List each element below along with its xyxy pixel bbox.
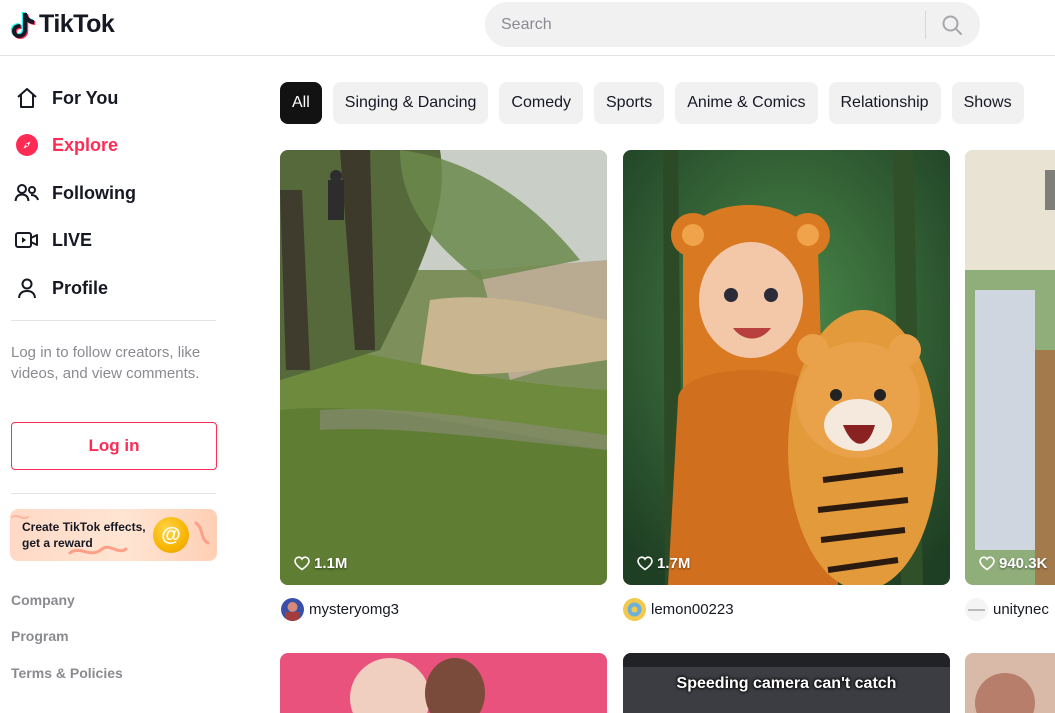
reward-coin-icon: @	[153, 517, 189, 553]
login-hint-text: Log in to follow creators, like videos, …	[11, 344, 201, 382]
author-name: mysteryomg3	[309, 600, 400, 618]
category-chip-comedy[interactable]: Comedy	[499, 82, 583, 124]
compass-icon	[14, 132, 40, 158]
tiktok-note-icon	[10, 11, 36, 39]
top-header: TikTok	[0, 0, 1055, 56]
heart-icon	[979, 556, 995, 571]
search-input[interactable]	[485, 2, 925, 47]
avatar	[281, 597, 304, 621]
avatar	[965, 597, 988, 621]
footer-link-company[interactable]: Company	[11, 592, 75, 608]
footer-link-program[interactable]: Program	[11, 628, 69, 644]
author-name: unitynec	[993, 600, 1049, 618]
user-icon	[14, 275, 40, 301]
effects-banner-text: Create TikTok effects, get a reward	[22, 520, 146, 550]
category-chip-shows[interactable]: Shows	[951, 82, 1024, 124]
video-author[interactable]: mysteryomg3	[281, 597, 399, 621]
sidebar-item-label: LIVE	[52, 229, 93, 250]
category-chip-singing-dancing[interactable]: Singing & Dancing	[332, 82, 489, 124]
sidebar-item-label: Profile	[52, 277, 109, 298]
reward-coin-glyph: @	[161, 523, 181, 546]
tiktok-logo[interactable]: TikTok	[10, 10, 115, 39]
video-card[interactable]: 1.7M	[623, 150, 950, 585]
sidebar-item-following[interactable]: Following	[14, 173, 136, 213]
category-chip-all[interactable]: All	[280, 82, 322, 124]
heart-icon	[294, 556, 310, 571]
home-icon	[14, 85, 40, 111]
video-thumbnail-partial	[965, 150, 1055, 585]
category-chip-relationship[interactable]: Relationship	[828, 82, 941, 124]
category-tabs: All Singing & Dancing Comedy Sports Anim…	[280, 82, 1024, 124]
footer-link-terms[interactable]: Terms & Policies	[11, 665, 123, 681]
likes-value: 940.3K	[999, 555, 1048, 572]
create-effects-banner[interactable]: Create TikTok effects, get a reward @	[10, 509, 217, 561]
sidebar-item-profile[interactable]: Profile	[14, 268, 108, 308]
video-author[interactable]: unitynec	[965, 597, 1049, 621]
category-chip-anime-comics[interactable]: Anime & Comics	[675, 82, 818, 124]
likes-value: 1.1M	[314, 555, 348, 572]
sidebar-item-explore[interactable]: Explore	[14, 125, 118, 165]
live-video-icon	[14, 227, 40, 253]
login-button[interactable]: Log in	[11, 422, 217, 470]
avatar	[623, 597, 646, 621]
likes-value: 1.7M	[657, 555, 691, 572]
likes-count: 1.7M	[637, 555, 690, 572]
likes-count: 940.3K	[979, 555, 1047, 572]
search-bar	[485, 2, 980, 47]
video-card[interactable]: 1.1M	[280, 150, 607, 585]
video-caption: Speeding camera can't catch	[676, 675, 897, 692]
video-card[interactable]	[280, 653, 607, 713]
video-card[interactable]: 940.3K	[965, 150, 1055, 585]
sidebar-item-label: Following	[52, 182, 136, 203]
likes-count: 1.1M	[294, 555, 347, 572]
author-name: lemon00223	[651, 600, 734, 618]
sidebar: For You Explore Following LIVE Profile L…	[0, 56, 228, 694]
video-card[interactable]	[965, 653, 1055, 713]
search-icon	[942, 15, 962, 35]
search-button[interactable]	[926, 2, 978, 47]
video-card[interactable]: Speeding camera can't catch	[623, 653, 950, 713]
sidebar-item-label: Explore	[52, 134, 119, 155]
sidebar-item-live[interactable]: LIVE	[14, 220, 92, 260]
sidebar-divider	[11, 320, 216, 321]
video-thumbnail-riverbank	[280, 150, 607, 585]
logo-text: TikTok	[39, 10, 115, 38]
category-chip-sports[interactable]: Sports	[594, 82, 665, 124]
sidebar-item-label: For You	[52, 87, 119, 108]
video-thumbnail-pink	[280, 653, 607, 713]
following-users-icon	[14, 180, 40, 206]
video-thumbnail-partial	[965, 653, 1055, 713]
sidebar-item-for-you[interactable]: For You	[14, 78, 118, 118]
heart-icon	[637, 556, 653, 571]
video-thumbnail-baby-tiger	[623, 150, 950, 585]
video-author[interactable]: lemon00223	[623, 597, 734, 621]
sidebar-divider	[11, 493, 216, 494]
